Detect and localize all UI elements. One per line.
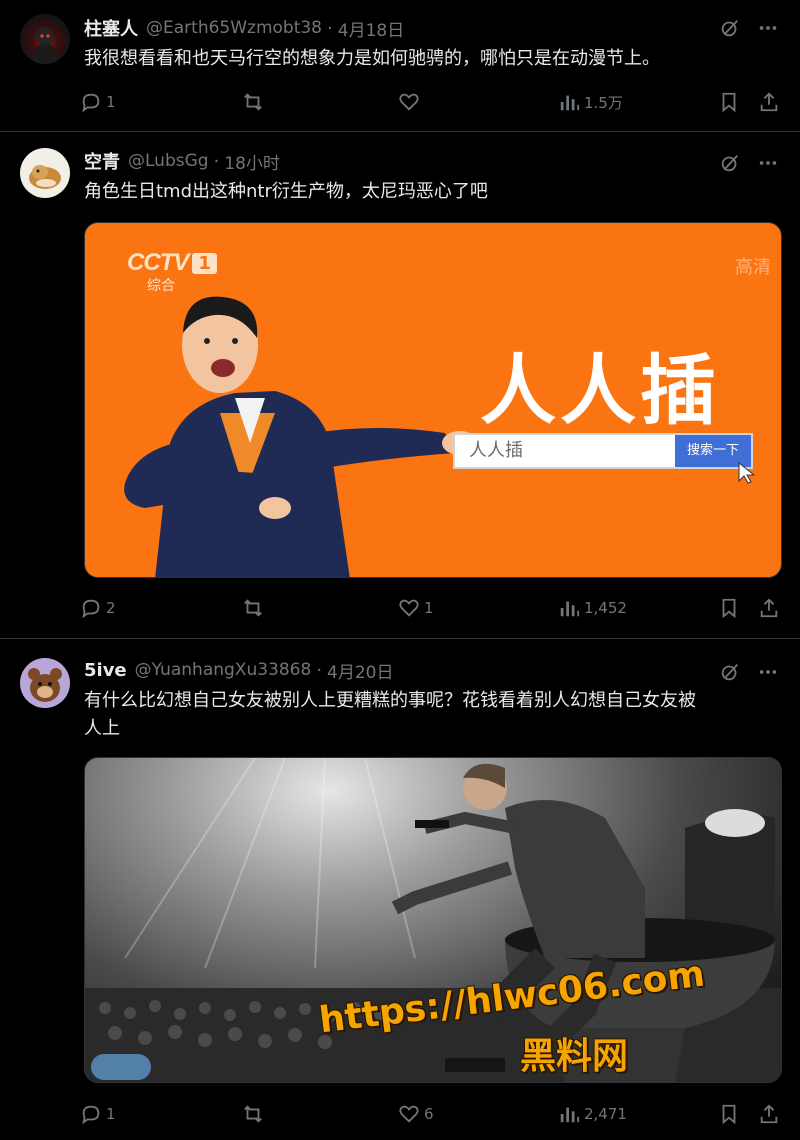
views-icon [560, 1107, 580, 1123]
bookmark-icon [722, 92, 736, 113]
grok-icon[interactable] [718, 151, 742, 175]
timestamp[interactable]: 4月20日 [327, 658, 393, 683]
views-button[interactable]: 1.5万 [558, 87, 623, 117]
retweet-icon [244, 93, 262, 111]
user-handle[interactable]: @YuanhangXu33868 [135, 660, 312, 680]
user-handle[interactable]: @Earth65Wzmobt38 [146, 18, 322, 38]
avatar[interactable] [20, 658, 70, 708]
separator-dot: · [213, 150, 220, 172]
timestamp[interactable]: 18小时 [224, 149, 280, 174]
hd-label: 高清 [735, 257, 771, 278]
bookmark-button[interactable] [718, 593, 740, 623]
tweet-text-line: 有什么比幻想自己女友被别人上更糟糕的事呢？花钱看着别人幻想自己女友被 [84, 690, 696, 711]
timestamp[interactable]: 4月18日 [338, 16, 404, 41]
more-icon[interactable] [756, 660, 780, 684]
reply-button[interactable]: 2 [80, 593, 116, 623]
reply-icon [82, 599, 100, 619]
logo-badge [91, 1054, 151, 1080]
action-bar: 1 1.5万 [80, 87, 780, 117]
grok-icon[interactable] [718, 16, 742, 40]
retweet-button[interactable] [242, 593, 264, 623]
reply-icon [82, 1105, 100, 1125]
reply-icon [82, 93, 100, 113]
retweet-icon [244, 1105, 262, 1123]
like-button[interactable]: 1 [398, 593, 434, 623]
view-count: 1.5万 [584, 93, 623, 112]
share-icon [760, 598, 778, 618]
like-button[interactable] [398, 87, 424, 117]
tweet-text: 我很想看看和也天马行空的想象力是如何驰骋的，哪怕只是在动漫节上。 [84, 48, 660, 69]
more-icon[interactable] [756, 16, 780, 40]
retweet-button[interactable] [242, 87, 264, 117]
separator-dot: · [327, 17, 333, 39]
watermark-site: 黑料网 [520, 1036, 629, 1077]
views-icon [560, 601, 580, 617]
share-icon [760, 92, 778, 112]
like-button[interactable]: 6 [398, 1099, 434, 1129]
more-icon[interactable] [756, 151, 780, 175]
views-button[interactable]: 1,452 [558, 593, 627, 623]
avatar[interactable] [20, 14, 70, 64]
view-count: 1,452 [584, 599, 627, 617]
cursor-icon [738, 461, 756, 484]
headline-text: 人人插 [480, 346, 720, 435]
reply-count: 1 [106, 93, 116, 111]
bookmark-icon [722, 598, 736, 619]
share-button[interactable] [758, 593, 780, 623]
cctv-logo: CCTV 1 [127, 249, 217, 277]
view-count: 2,471 [584, 1105, 627, 1123]
heart-icon [399, 93, 419, 111]
tweet-media-image[interactable]: CCTV 1 综合 高清 人人插 人人插 搜索一下 [84, 222, 782, 578]
share-icon [760, 1104, 778, 1124]
grok-icon[interactable] [718, 660, 742, 684]
display-name[interactable]: 柱塞人 [84, 15, 138, 41]
search-input[interactable]: 人人插 [455, 435, 675, 467]
tweet-3[interactable]: 5ive @YuanhangXu33868 · 4月20日 有什么比幻想自己女友… [0, 639, 800, 1140]
tweet-text: 角色生日tmd出这种ntr衍生产物，太尼玛恶心了吧 [84, 181, 488, 202]
tweet-text: 有什么比幻想自己女友被别人上更糟糕的事呢？花钱看着别人幻想自己女友被 人上 [84, 687, 784, 743]
tweet-text-line: 人上 [84, 718, 120, 739]
tweet-2[interactable]: 空青 @LubsGg · 18小时 角色生日tmd出这种ntr衍生产物，太尼玛恶… [0, 132, 800, 638]
avatar[interactable] [20, 148, 70, 198]
heart-icon [399, 1105, 419, 1123]
bookmark-button[interactable] [718, 1099, 740, 1129]
bookmark-button[interactable] [718, 87, 740, 117]
action-bar: 2 1 1,452 [80, 593, 780, 623]
retweet-icon [244, 599, 262, 617]
like-count: 6 [424, 1105, 434, 1123]
bookmark-icon [722, 1104, 736, 1125]
like-count: 1 [424, 599, 434, 617]
display-name[interactable]: 5ive [84, 660, 127, 681]
concert-scene [85, 758, 781, 1082]
separator-dot: · [316, 659, 323, 681]
heart-icon [399, 599, 419, 617]
user-handle[interactable]: @LubsGg [128, 151, 209, 171]
search-box[interactable]: 人人插 搜索一下 [453, 433, 753, 469]
tweet-1[interactable]: 柱塞人 @Earth65Wzmobt38 · 4月18日 我很想看看和也天马行空… [0, 0, 800, 130]
retweet-button[interactable] [242, 1099, 264, 1129]
reply-count: 2 [106, 599, 116, 617]
reply-count: 1 [106, 1105, 116, 1123]
reply-button[interactable]: 1 [80, 1099, 116, 1129]
views-icon [560, 95, 580, 111]
channel-label: 综合 [147, 278, 175, 294]
share-button[interactable] [758, 87, 780, 117]
display-name[interactable]: 空青 [84, 148, 120, 174]
tweet-media-image[interactable] [84, 757, 782, 1083]
reply-button[interactable]: 1 [80, 87, 116, 117]
share-button[interactable] [758, 1099, 780, 1129]
action-bar: 1 6 2,471 [80, 1099, 780, 1129]
views-button[interactable]: 2,471 [558, 1099, 627, 1129]
